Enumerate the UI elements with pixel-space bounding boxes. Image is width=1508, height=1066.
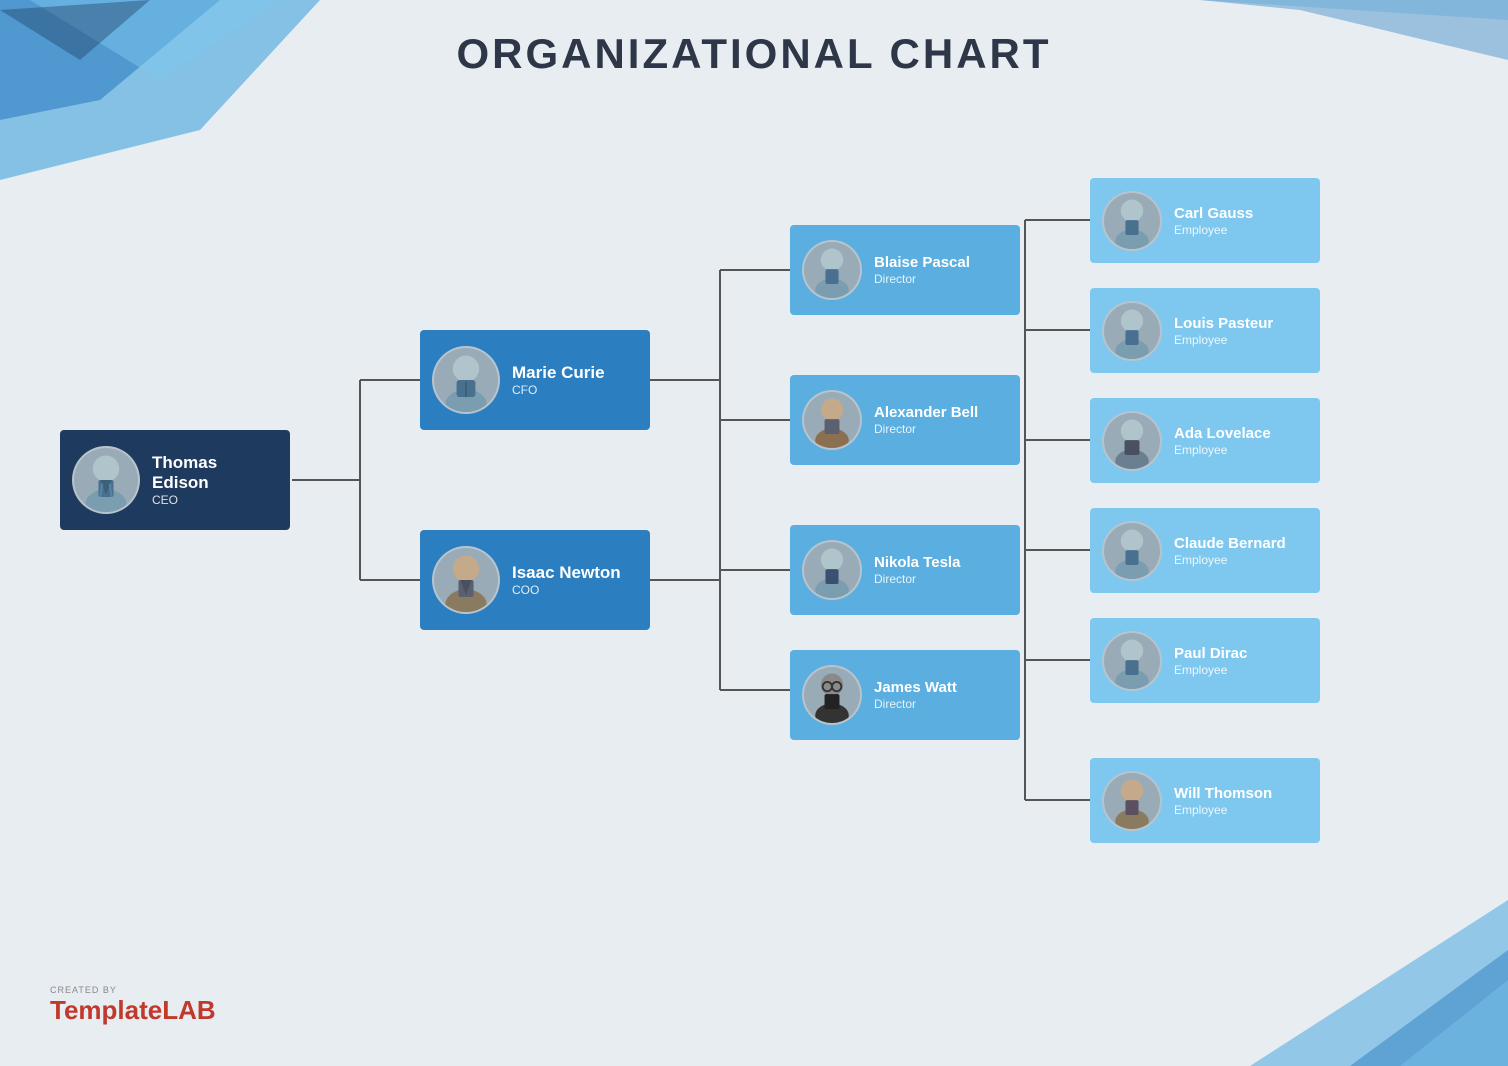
avatar-ceo <box>72 446 140 514</box>
dir2-info: Alexander Bell Director <box>874 404 978 436</box>
emp3-info: Ada Lovelace Employee <box>1174 425 1271 457</box>
logo: CREATED BY TemplateLAB <box>50 985 216 1026</box>
org-chart: Thomas Edison CEO Marie Curie CFO <box>0 100 1508 1066</box>
avatar-emp1 <box>1102 191 1162 251</box>
dir4-info: James Watt Director <box>874 679 957 711</box>
node-emp6: Will Thomson Employee <box>1090 758 1320 843</box>
node-dir1: Blaise Pascal Director <box>790 225 1020 315</box>
node-dir3: Nikola Tesla Director <box>790 525 1020 615</box>
avatar-emp4 <box>1102 521 1162 581</box>
avatar-cfo <box>432 346 500 414</box>
page-title: ORGANIZATIONAL CHART <box>0 0 1508 78</box>
avatar-emp5 <box>1102 631 1162 691</box>
emp4-info: Claude Bernard Employee <box>1174 535 1286 567</box>
node-emp2: Louis Pasteur Employee <box>1090 288 1320 373</box>
ceo-info: Thomas Edison CEO <box>152 453 278 508</box>
node-emp1: Carl Gauss Employee <box>1090 178 1320 263</box>
node-coo: Isaac Newton COO <box>420 530 650 630</box>
emp5-info: Paul Dirac Employee <box>1174 645 1247 677</box>
coo-info: Isaac Newton COO <box>512 563 621 597</box>
dir1-info: Blaise Pascal Director <box>874 254 970 286</box>
avatar-dir3 <box>802 540 862 600</box>
cfo-info: Marie Curie CFO <box>512 363 605 397</box>
avatar-dir4 <box>802 665 862 725</box>
node-cfo: Marie Curie CFO <box>420 330 650 430</box>
node-emp3: Ada Lovelace Employee <box>1090 398 1320 483</box>
node-emp4: Claude Bernard Employee <box>1090 508 1320 593</box>
node-dir4: James Watt Director <box>790 650 1020 740</box>
emp2-info: Louis Pasteur Employee <box>1174 315 1273 347</box>
dir3-info: Nikola Tesla Director <box>874 554 960 586</box>
avatar-emp6 <box>1102 771 1162 831</box>
avatar-dir1 <box>802 240 862 300</box>
node-ceo: Thomas Edison CEO <box>60 430 290 530</box>
node-emp5: Paul Dirac Employee <box>1090 618 1320 703</box>
node-dir2: Alexander Bell Director <box>790 375 1020 465</box>
emp6-info: Will Thomson Employee <box>1174 785 1272 817</box>
emp1-info: Carl Gauss Employee <box>1174 205 1253 237</box>
avatar-dir2 <box>802 390 862 450</box>
avatar-emp2 <box>1102 301 1162 361</box>
avatar-coo <box>432 546 500 614</box>
avatar-emp3 <box>1102 411 1162 471</box>
